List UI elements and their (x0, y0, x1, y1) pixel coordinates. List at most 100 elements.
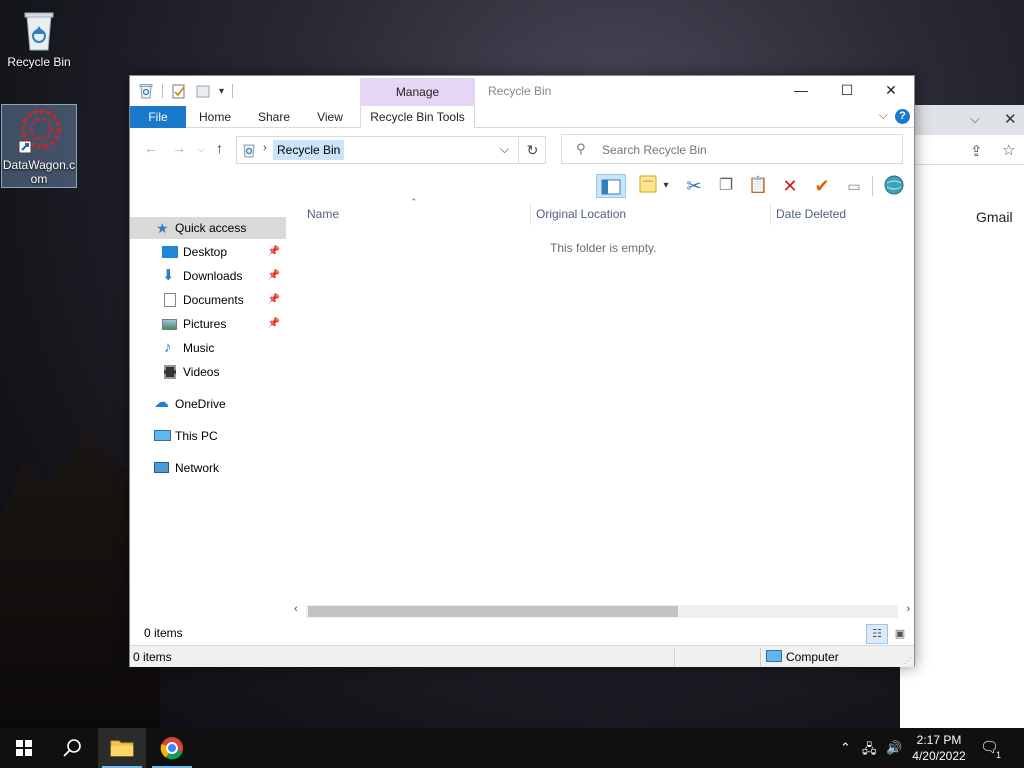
resize-grip-icon[interactable]: ⋰ (904, 656, 912, 665)
address-row: ← → ⌵ ↑ › Recycle Bin ⌵ ↻ ⚲ (130, 131, 914, 167)
layout-dropdown-icon[interactable]: ▾ (660, 174, 672, 198)
properties-box-icon[interactable]: ▭ (842, 174, 866, 198)
tab-recycle-bin-tools[interactable]: Recycle Bin Tools (360, 106, 475, 128)
horizontal-scrollbar[interactable]: ‹ › (290, 603, 914, 620)
pin-icon[interactable]: 📌 (268, 313, 280, 335)
search-input[interactable] (602, 141, 892, 159)
restore-checkmark-icon[interactable]: ✔ (810, 174, 834, 198)
nav-pictures[interactable]: Pictures 📌 (130, 313, 286, 335)
gmail-link[interactable]: Gmail (976, 209, 1013, 225)
nav-onedrive[interactable]: ☁ OneDrive (130, 393, 286, 415)
column-header-name[interactable]: Name (307, 201, 339, 227)
breadcrumb-recycle-bin[interactable]: Recycle Bin (273, 140, 345, 160)
forward-arrow-icon[interactable]: → (172, 140, 186, 156)
contextual-manage-tab[interactable]: Manage (360, 78, 475, 106)
nav-desktop[interactable]: Desktop 📌 (130, 241, 286, 263)
nav-network[interactable]: Network (130, 457, 286, 479)
recycle-bin-small-icon[interactable] (138, 83, 154, 99)
clock-time: 2:17 PM (916, 733, 962, 747)
nav-downloads[interactable]: ⬇ Downloads 📌 (130, 265, 286, 287)
network-icon (154, 462, 169, 473)
paste-icon[interactable]: 📋 (746, 174, 770, 198)
refresh-button[interactable]: ↻ (518, 136, 546, 164)
nav-label: Desktop (183, 245, 228, 259)
recycle-bin-small-icon (243, 144, 255, 158)
item-count: 0 items (144, 626, 183, 640)
recent-locations-icon[interactable]: ⌵ (198, 144, 205, 155)
close-icon[interactable]: ✕ (1004, 110, 1017, 128)
tab-file[interactable]: File (130, 106, 186, 128)
globe-icon[interactable] (882, 174, 906, 198)
pin-icon[interactable]: 📌 (268, 265, 280, 287)
taskbar-file-explorer[interactable] (98, 728, 146, 768)
taskbar-chrome[interactable] (148, 728, 196, 768)
search-button[interactable] (48, 728, 96, 768)
file-explorer-window[interactable]: ▾ Manage Recycle Bin — ☐ ✕ File Home Sha… (129, 75, 915, 667)
pin-icon[interactable]: 📌 (268, 241, 280, 263)
navigation-pane-button[interactable] (596, 174, 626, 198)
scroll-thumb[interactable] (308, 606, 678, 617)
breadcrumb-chevron-icon[interactable]: › (263, 142, 267, 154)
computer-icon (154, 430, 171, 441)
share-icon[interactable]: ⇪ (970, 142, 983, 160)
cut-icon[interactable]: ✂ (682, 174, 706, 198)
chevron-up-icon[interactable]: ⌃ (840, 740, 851, 756)
start-button[interactable] (0, 728, 48, 768)
background-browser-window[interactable]: ⌵ ✕ ⇪ ☆ Gmail (900, 105, 1024, 728)
status-bar: 0 items ☷ ▣ (130, 622, 914, 644)
file-list[interactable]: ⌃ Name Original Location Date Deleted Th… (290, 197, 914, 621)
scroll-left-icon[interactable]: ‹ (294, 603, 298, 615)
nav-videos[interactable]: Videos (130, 361, 286, 383)
up-arrow-icon[interactable]: ↑ (216, 140, 223, 156)
command-bar: ▾ ✂ ❐ 📋 ✕ ✔ ▭ (130, 171, 914, 201)
new-folder-icon[interactable] (195, 83, 211, 99)
nav-this-pc[interactable]: This PC (130, 425, 286, 447)
search-box[interactable]: ⚲ (561, 134, 903, 164)
details-view-button[interactable]: ☷ (866, 624, 888, 644)
column-header-original-location[interactable]: Original Location (536, 201, 626, 227)
volume-icon[interactable]: 🔊 (886, 740, 902, 756)
address-dropdown-icon[interactable]: ⌵ (500, 142, 509, 157)
computer-icon (766, 650, 782, 662)
search-icon (63, 739, 81, 757)
chevron-down-icon[interactable]: ⌵ (879, 108, 888, 123)
quick-access-toolbar: ▾ (138, 83, 234, 99)
copy-icon[interactable]: ❐ (714, 174, 738, 198)
minimize-button[interactable]: — (778, 76, 824, 104)
clock[interactable]: 2:17 PM 4/20/2022 (906, 732, 972, 764)
delete-icon[interactable]: ✕ (778, 174, 802, 198)
network-tray-icon[interactable]: 🖧 (862, 740, 877, 762)
maximize-button[interactable]: ☐ (824, 76, 870, 104)
nav-documents[interactable]: Documents 📌 (130, 289, 286, 311)
scroll-right-icon[interactable]: › (906, 603, 910, 615)
pin-icon[interactable]: 📌 (268, 289, 280, 311)
large-icons-view-button[interactable]: ▣ (889, 624, 911, 644)
chevron-down-icon[interactable]: ⌵ (970, 111, 980, 127)
address-bar[interactable]: › Recycle Bin ⌵ (236, 136, 546, 164)
nav-music[interactable]: ♪ Music (130, 337, 286, 359)
classic-status-bar: 0 items Computer ⋰ (130, 645, 914, 667)
tab-view[interactable]: View (310, 106, 350, 128)
properties-icon[interactable] (171, 83, 187, 99)
desktop-icon-recycle-bin[interactable]: Recycle Bin (1, 8, 77, 76)
nav-label: Network (175, 461, 220, 475)
nav-quick-access[interactable]: ★ Quick access (130, 217, 286, 239)
tab-home[interactable]: Home (194, 106, 236, 128)
column-divider[interactable] (530, 203, 531, 225)
music-note-icon: ♪ (164, 339, 172, 356)
browser-toolbar: ⇪ ☆ (900, 135, 1024, 165)
close-button[interactable]: ✕ (868, 76, 914, 104)
customize-toolbar-icon[interactable]: ▾ (219, 86, 224, 97)
help-icon[interactable]: ? (895, 109, 910, 124)
bookmark-star-icon[interactable]: ☆ (1002, 141, 1015, 159)
column-divider[interactable] (770, 203, 771, 225)
note-icon (639, 175, 657, 193)
column-header-date-deleted[interactable]: Date Deleted (776, 201, 846, 227)
layout-icon[interactable] (636, 174, 660, 198)
title-bar[interactable]: ▾ Manage Recycle Bin — ☐ ✕ (130, 76, 914, 106)
tab-share[interactable]: Share (252, 106, 296, 128)
navigation-pane[interactable]: ★ Quick access Desktop 📌 ⬇ Downloads 📌 D… (130, 201, 288, 621)
back-arrow-icon[interactable]: ← (144, 140, 158, 156)
desktop-icon-datawagon[interactable]: DataWagon.c om (1, 104, 77, 188)
toolbar-separator (232, 84, 234, 98)
